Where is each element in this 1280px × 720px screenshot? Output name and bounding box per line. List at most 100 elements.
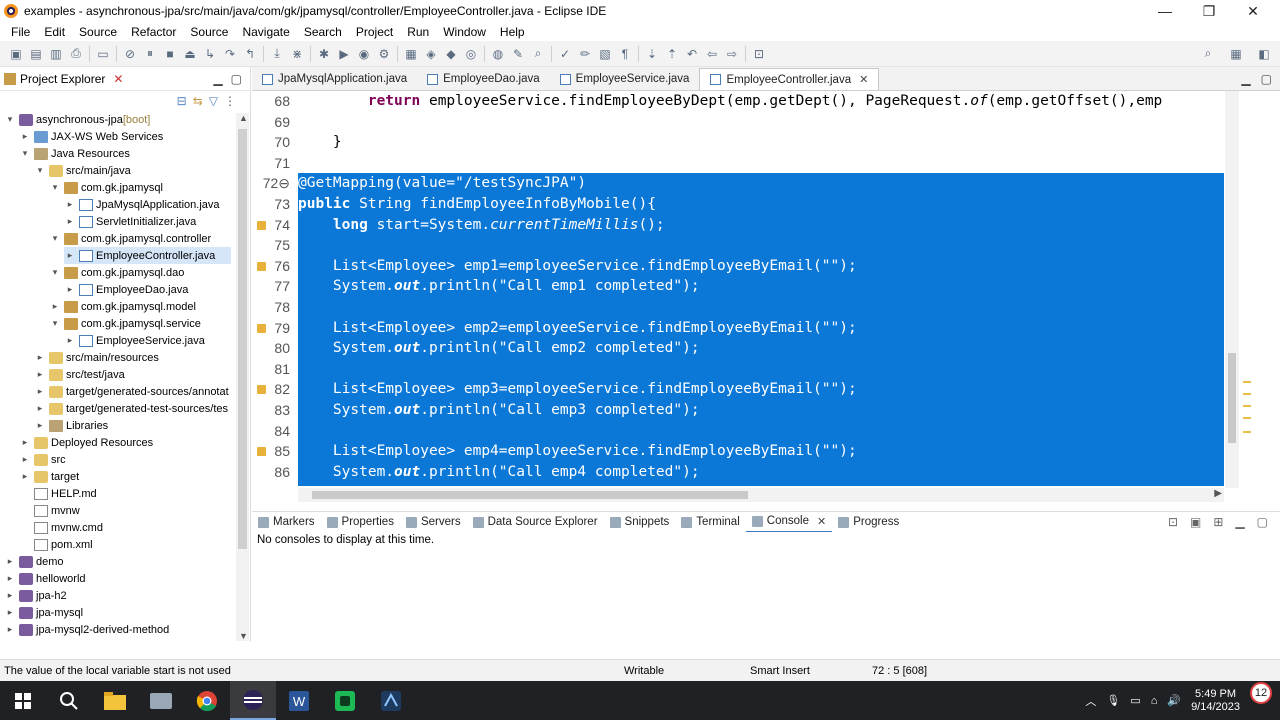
code-line[interactable]: 86 System.out.println("Call emp4 complet…: [252, 462, 1255, 483]
terminal-icon[interactable]: ▭: [93, 44, 113, 64]
tree-item[interactable]: ▸ target: [19, 468, 79, 485]
forward-icon[interactable]: ⇨: [722, 44, 742, 64]
show-hidden-icons-icon[interactable]: ︿: [1085, 693, 1096, 709]
search-icon[interactable]: ⌕: [528, 44, 548, 64]
tree-item[interactable]: ▸ Deployed Resources: [19, 434, 153, 451]
expand-arrow-icon[interactable]: ▾: [49, 182, 61, 193]
warning-marker[interactable]: [1243, 393, 1251, 395]
code-line[interactable]: 74 long start=System.currentTimeMillis()…: [252, 215, 1255, 236]
warning-icon[interactable]: [257, 220, 266, 230]
tree-item[interactable]: ▸ JAX-WS Web Services: [19, 128, 163, 145]
close-window-button[interactable]: ✕: [1230, 0, 1276, 22]
warning-icon[interactable]: [257, 261, 266, 271]
external-tools-icon[interactable]: ⚙: [374, 44, 394, 64]
scroll-right-icon[interactable]: ▶: [1214, 488, 1222, 499]
maximize-panel-icon[interactable]: ▢: [1257, 515, 1268, 529]
toggle-block-selection-icon[interactable]: ▧: [595, 44, 615, 64]
editor-horizontal-scrollbar[interactable]: ▶: [298, 488, 1224, 502]
back-icon[interactable]: ⇦: [702, 44, 722, 64]
expand-arrow-icon[interactable]: ▸: [34, 369, 46, 380]
pin-console-icon[interactable]: ⊡: [1168, 515, 1178, 529]
editor-tab[interactable]: EmployeeService.java: [550, 68, 700, 90]
expand-arrow-icon[interactable]: ▸: [19, 131, 31, 142]
expand-arrow-icon[interactable]: ▸: [4, 556, 16, 567]
new-class-icon[interactable]: ◎: [461, 44, 481, 64]
scrollbar-thumb[interactable]: [312, 491, 748, 499]
restore-button[interactable]: ❐: [1186, 0, 1232, 22]
close-tab-icon[interactable]: ✕: [817, 515, 826, 528]
print-icon[interactable]: ⎙: [66, 44, 86, 64]
code-line[interactable]: 75: [252, 235, 1255, 256]
tree-item[interactable]: ▾ src/main/java: [34, 162, 131, 179]
step-into-icon[interactable]: ↳: [200, 44, 220, 64]
bottom-tab[interactable]: Markers: [252, 512, 321, 533]
start-button[interactable]: [0, 681, 46, 720]
menu-item[interactable]: Source: [183, 25, 235, 39]
save-all-icon[interactable]: ▥: [46, 44, 66, 64]
filter-icon[interactable]: ▽: [209, 94, 218, 108]
expand-arrow-icon[interactable]: ▸: [34, 352, 46, 363]
maximize-editor-icon[interactable]: ▢: [1261, 72, 1272, 86]
tree-item[interactable]: ▸ jpa-mysql2-derived-method: [4, 621, 169, 638]
warning-marker[interactable]: [1243, 405, 1251, 407]
toggle-mark-occurrences-icon[interactable]: ✓: [555, 44, 575, 64]
tree-item[interactable]: ▸ src: [19, 451, 66, 468]
expand-arrow-icon[interactable]: ▸: [4, 624, 16, 635]
app-button-blue[interactable]: [368, 681, 414, 720]
step-over-icon[interactable]: ↷: [220, 44, 240, 64]
expand-arrow-icon[interactable]: ▸: [19, 454, 31, 465]
debug-icon[interactable]: ✱: [314, 44, 334, 64]
code-line[interactable]: 83 System.out.println("Call emp3 complet…: [252, 400, 1255, 421]
warning-marker[interactable]: [1243, 417, 1251, 419]
link-editor-icon[interactable]: ⇆: [193, 94, 203, 108]
warning-marker[interactable]: [1243, 431, 1251, 433]
expand-arrow-icon[interactable]: ▾: [34, 165, 46, 176]
bottom-tab[interactable]: Progress: [832, 512, 905, 533]
app-button[interactable]: [138, 681, 184, 720]
minimize-panel-icon[interactable]: ▁: [1235, 515, 1244, 529]
minimize-editor-icon[interactable]: ▁: [1241, 72, 1250, 86]
menu-item[interactable]: Source: [72, 25, 124, 39]
scrollbar-thumb[interactable]: [238, 129, 247, 549]
bottom-tab[interactable]: Data Source Explorer: [467, 512, 604, 533]
expand-arrow-icon[interactable]: ▸: [19, 471, 31, 482]
menu-item[interactable]: Project: [349, 25, 400, 39]
scrollbar-thumb[interactable]: [1228, 353, 1236, 443]
code-line[interactable]: 76 List<Employee> emp1=employeeService.f…: [252, 256, 1255, 277]
close-view-icon[interactable]: ✕: [113, 72, 123, 86]
expand-arrow-icon[interactable]: ▸: [49, 301, 61, 312]
tree-item[interactable]: pom.xml: [19, 536, 93, 553]
expand-arrow-icon[interactable]: ▾: [49, 267, 61, 278]
disconnect-icon[interactable]: ⏏: [180, 44, 200, 64]
overview-ruler[interactable]: [1240, 91, 1252, 488]
show-whitespace-icon[interactable]: ¶: [615, 44, 635, 64]
tree-item[interactable]: ▸ Libraries: [34, 417, 108, 434]
new-server-icon[interactable]: ▦: [401, 44, 421, 64]
run-icon[interactable]: ▶: [334, 44, 354, 64]
file-explorer-button[interactable]: [92, 681, 138, 720]
expand-arrow-icon[interactable]: ▸: [4, 607, 16, 618]
menu-item[interactable]: Edit: [37, 25, 72, 39]
step-return-icon[interactable]: ↰: [240, 44, 260, 64]
tree-item[interactable]: ▸ demo: [4, 553, 64, 570]
tree-item[interactable]: ▾ com.gk.jpamysql.dao: [49, 264, 184, 281]
bottom-tab[interactable]: Snippets: [604, 512, 676, 533]
tree-item[interactable]: ▸ EmployeeDao.java: [64, 281, 188, 298]
menu-item[interactable]: Navigate: [235, 25, 296, 39]
code-line[interactable]: 77 System.out.println("Call emp1 complet…: [252, 276, 1255, 297]
tree-item[interactable]: ▾ com.gk.jpamysql: [49, 179, 163, 196]
tree-item[interactable]: ▸ EmployeeController.java: [64, 247, 231, 264]
expand-arrow-icon[interactable]: ▸: [4, 573, 16, 584]
tree-item[interactable]: ▸ JpaMysqlApplication.java: [64, 196, 220, 213]
display-icon[interactable]: ▭: [1130, 694, 1140, 707]
microphone-icon[interactable]: 🎙: [1106, 694, 1120, 707]
open-console-icon[interactable]: ⊞: [1213, 515, 1223, 529]
display-console-icon[interactable]: ▣: [1190, 515, 1201, 529]
close-tab-icon[interactable]: ✕: [859, 73, 868, 86]
expand-arrow-icon[interactable]: ▸: [64, 335, 76, 346]
save-icon[interactable]: ▤: [26, 44, 46, 64]
tree-item[interactable]: ▸ EmployeeService.java: [64, 332, 205, 349]
chrome-button[interactable]: [184, 681, 230, 720]
scroll-up-icon[interactable]: ▲: [239, 113, 248, 123]
drop-frame-icon[interactable]: ⤓: [267, 44, 287, 64]
